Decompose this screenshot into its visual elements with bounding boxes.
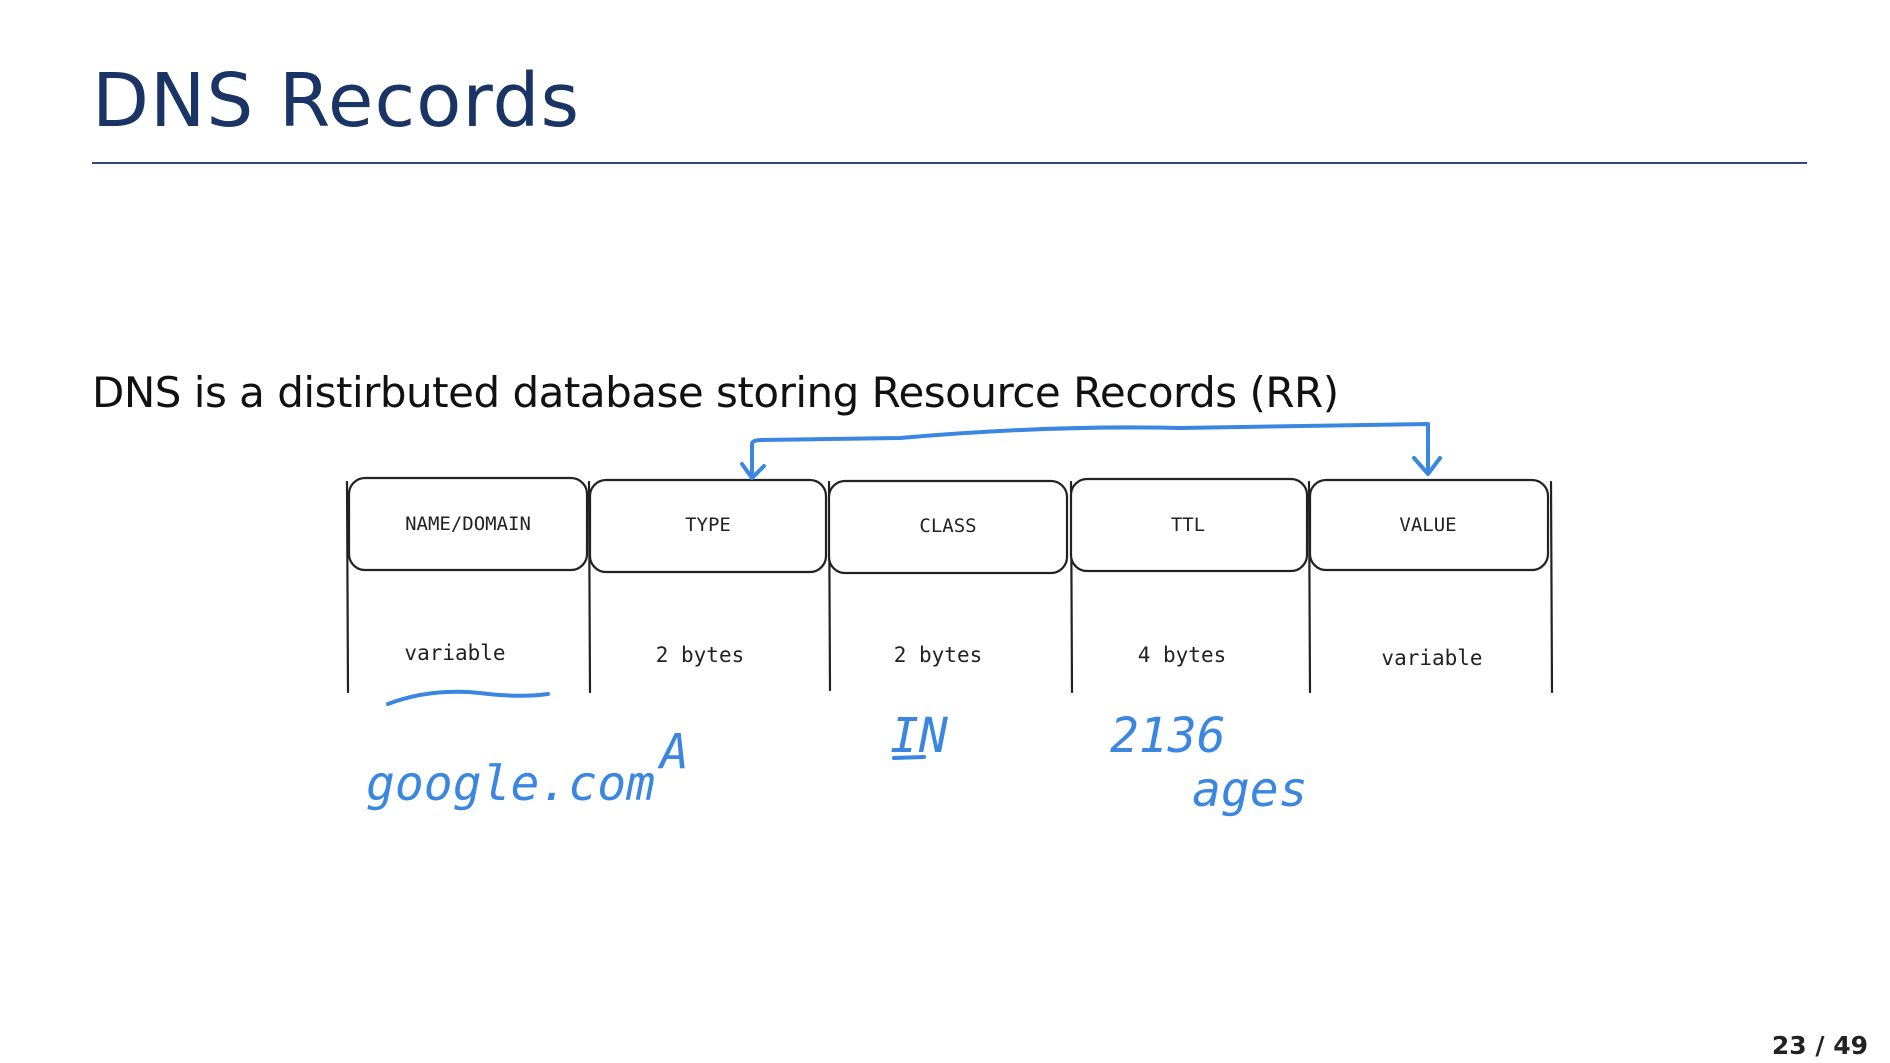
annotation-ttl-unit: ages bbox=[1192, 762, 1308, 818]
header-label-ttl: TTL bbox=[1171, 514, 1205, 536]
column-divider bbox=[345, 480, 350, 694]
annotation-domain-example: google.com bbox=[366, 756, 655, 812]
header-label-value: VALUE bbox=[1399, 514, 1456, 536]
header-label-class: CLASS bbox=[919, 515, 976, 537]
annotation-type-example: A bbox=[657, 724, 689, 780]
page-number: 23 / 49 bbox=[1771, 1031, 1868, 1060]
size-label-type: 2 bytes bbox=[656, 643, 745, 667]
size-label-value: variable bbox=[1381, 646, 1482, 670]
annotation-class-example: IN bbox=[890, 708, 949, 764]
header-label-name: NAME/DOMAIN bbox=[405, 513, 531, 535]
header-label-type: TYPE bbox=[685, 514, 731, 536]
dns-record-diagram: NAME/DOMAIN TYPE CLASS TTL VALUE variabl… bbox=[345, 422, 1554, 818]
size-label-name: variable bbox=[404, 641, 505, 665]
size-label-ttl: 4 bytes bbox=[1138, 643, 1227, 667]
size-label-class: 2 bytes bbox=[894, 643, 983, 667]
name-underline bbox=[386, 689, 550, 706]
column-divider bbox=[1549, 480, 1554, 694]
annotation-ttl-example: 2136 bbox=[1110, 708, 1226, 764]
connector-arrow-line bbox=[750, 422, 1430, 479]
